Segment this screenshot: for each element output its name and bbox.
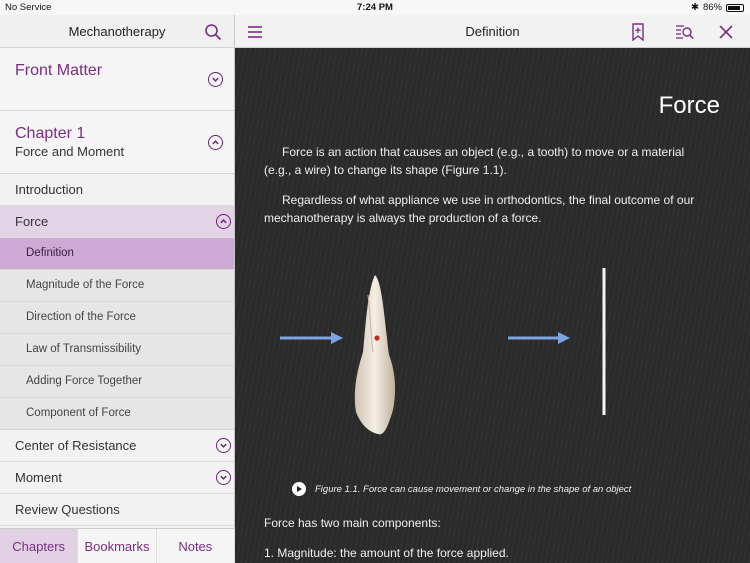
sidebar-item-center-of-resistance[interactable]: Center of Resistance (0, 430, 234, 462)
sidebar-item-force[interactable]: Force (0, 206, 234, 238)
sidebar-subitem-label: Definition (26, 247, 74, 259)
sidebar-subitem-definition[interactable]: Definition (0, 238, 234, 270)
chevron-up-icon[interactable] (216, 214, 231, 229)
chevron-up-icon[interactable] (208, 135, 223, 150)
caption-text: Figure 1.1. Force can cause movement or … (315, 483, 632, 495)
paragraph-1: Force is an action that causes an object… (264, 145, 685, 177)
section-chapter-1[interactable]: Chapter 1 Force and Moment (0, 111, 234, 174)
sidebar-item-introduction[interactable]: Introduction (0, 174, 234, 206)
arrow-left (280, 332, 343, 344)
sidebar-subitem-label: Adding Force Together (26, 375, 143, 387)
sidebar-subitem-label: Magnitude of the Force (26, 279, 145, 291)
tab-bookmarks[interactable]: Bookmarks (78, 529, 157, 563)
sidebar-header: Mechanotherapy (0, 15, 234, 48)
section-front-matter[interactable]: Front Matter (0, 48, 234, 111)
chapter-title: Chapter 1 (15, 125, 86, 142)
sidebar-item-label: Introduction (15, 182, 83, 197)
chevron-down-icon[interactable] (216, 470, 231, 485)
figure-1-1 (235, 260, 750, 450)
sidebar-item-label: Center of Resistance (15, 438, 137, 453)
figure-caption: Figure 1.1. Force can cause movement or … (292, 482, 631, 496)
chevron-down-icon[interactable] (208, 72, 223, 87)
paragraph-2: Regardless of what appliance we use in o… (264, 193, 695, 225)
search-icon[interactable] (204, 23, 222, 41)
status-bar: No Service 7:24 PM ✱ 86% (0, 0, 750, 15)
section-heading: Force (658, 92, 720, 119)
sidebar-subitem-label: Component of Force (26, 407, 131, 419)
tab-chapters[interactable]: Chapters (0, 529, 79, 563)
sidebar-subitem-label: Law of Transmissibility (26, 343, 142, 355)
status-right: ✱ 86% (691, 2, 744, 13)
book-title: Mechanotherapy (68, 24, 166, 39)
sidebar-item-label: Force (15, 214, 49, 229)
sidebar-subitem-label: Direction of the Force (26, 311, 136, 323)
sidebar-subitem-magnitude[interactable]: Magnitude of the Force (0, 270, 234, 302)
front-matter-label: Front Matter (15, 62, 103, 79)
page-title: Definition (465, 24, 520, 39)
sidebar-tab-bar: Chapters Bookmarks Notes (0, 528, 235, 563)
bluetooth-icon: ✱ (691, 2, 699, 13)
sidebar-subitem-adding-force[interactable]: Adding Force Together (0, 366, 234, 398)
content-area: Definition Force Force is an action that… (235, 15, 750, 563)
close-icon[interactable] (716, 22, 736, 42)
sidebar-item-review-questions[interactable]: Review Questions (0, 494, 234, 526)
sidebar-item-label: Moment (15, 470, 62, 485)
search-text-icon[interactable] (674, 22, 694, 42)
battery-label: 86% (702, 2, 722, 13)
components-intro: Force has two main components: (264, 516, 441, 530)
sidebar-subitem-transmissibility[interactable]: Law of Transmissibility (0, 334, 234, 366)
content-toolbar: Definition (235, 15, 750, 48)
figure-illustration (280, 268, 606, 435)
sidebar: Mechanotherapy Front Matter Chapter 1 Fo… (0, 15, 235, 563)
play-icon[interactable] (292, 482, 306, 496)
component-1: 1. Magnitude: the amount of the force ap… (264, 546, 509, 560)
sidebar-item-label: Review Questions (15, 502, 120, 517)
chapter-subtitle: Force and Moment (15, 144, 125, 159)
sidebar-subitem-direction[interactable]: Direction of the Force (0, 302, 234, 334)
bookmark-add-icon[interactable] (628, 22, 648, 42)
clock: 7:24 PM (357, 2, 393, 13)
chevron-down-icon[interactable] (216, 438, 231, 453)
sidebar-item-moment[interactable]: Moment (0, 462, 234, 494)
sidebar-subitem-component[interactable]: Component of Force (0, 398, 234, 430)
battery-icon (726, 3, 744, 12)
arrow-right (508, 332, 570, 344)
tooth-illustration (354, 275, 396, 435)
tab-notes[interactable]: Notes (156, 529, 235, 563)
